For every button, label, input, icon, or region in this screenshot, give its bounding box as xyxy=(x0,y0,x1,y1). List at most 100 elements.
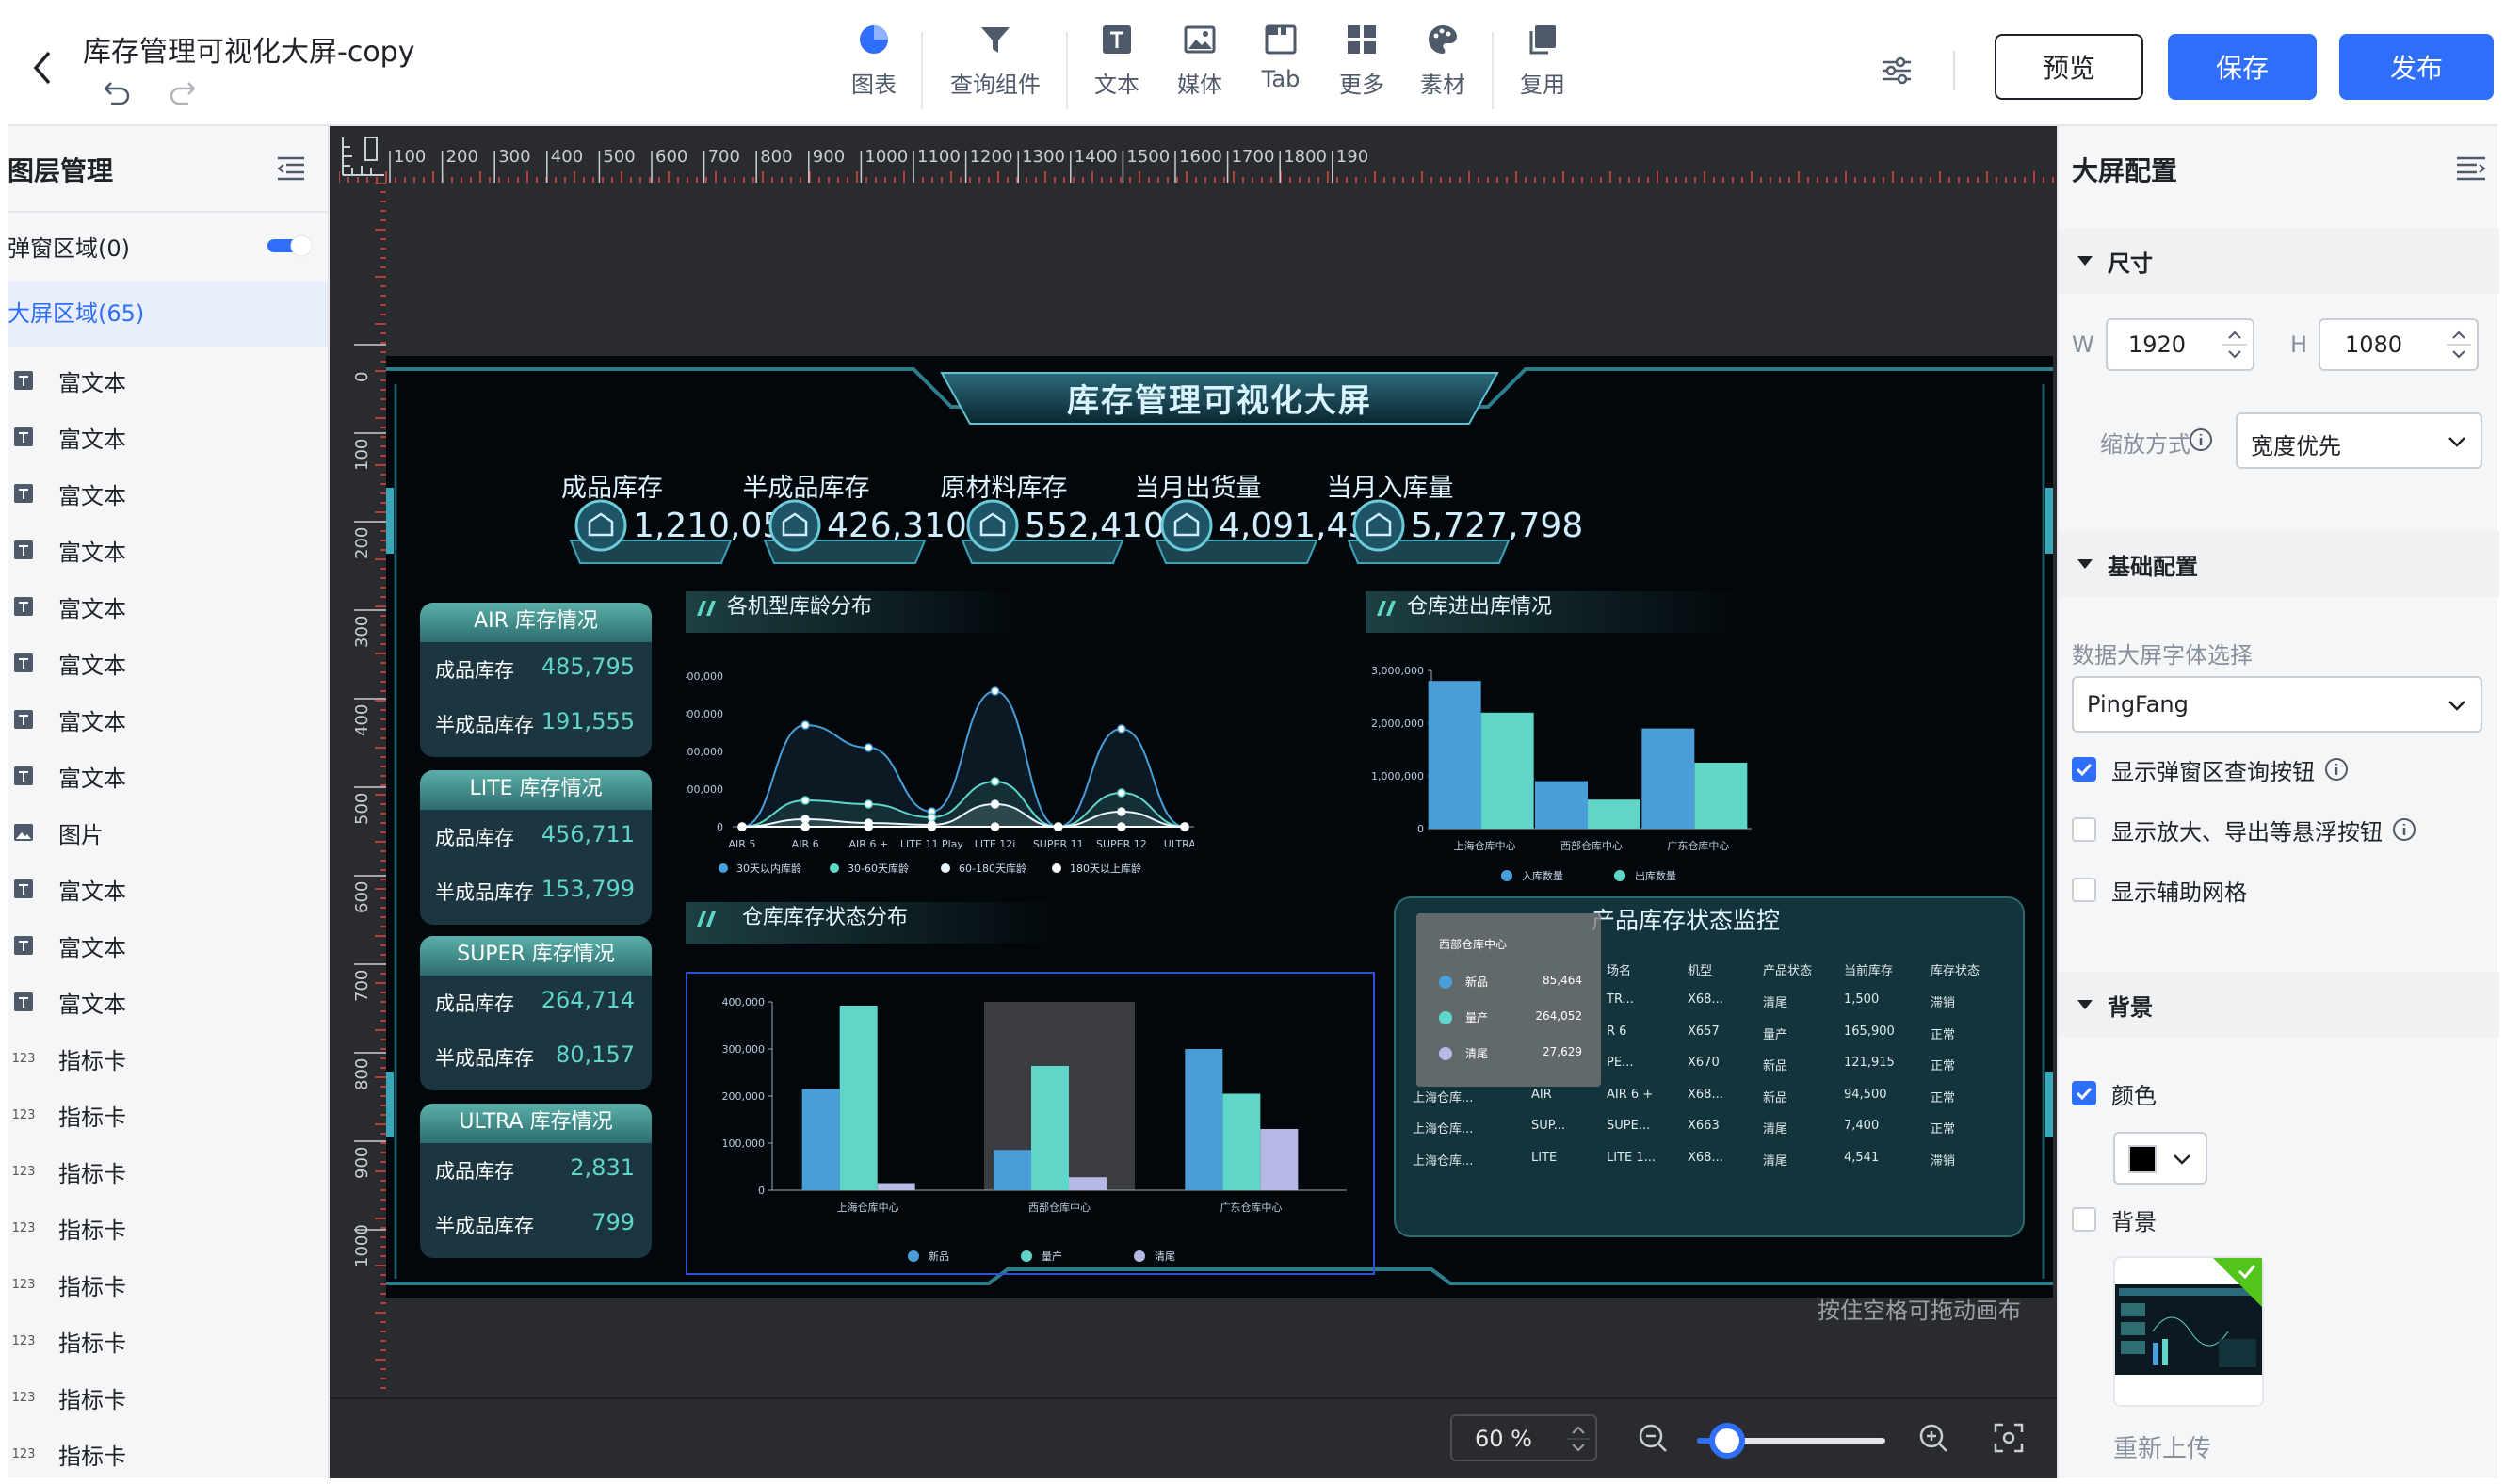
x-tick-label: SUPER 12 xyxy=(1096,838,1147,850)
table-cell: 滞销 xyxy=(1931,996,1956,1010)
layer-item[interactable]: 富文本 xyxy=(8,352,328,409)
chart-status-distribution[interactable]: 0 100,000 200,000 300,000 400,000 上海仓库中心 西部仓库中… xyxy=(687,974,1373,1273)
grid-checkbox[interactable] xyxy=(2072,878,2096,902)
color-picker[interactable] xyxy=(2113,1132,2207,1185)
chart-age-distribution[interactable]: 0 100,000 200,000 300,000 400,000 AIR 5 AIR 6 A… xyxy=(686,657,1194,883)
section-background[interactable]: 背景 xyxy=(2059,972,2499,1038)
layer-item[interactable]: 富文本 xyxy=(8,578,328,635)
back-icon[interactable] xyxy=(24,45,62,90)
popup-area-group[interactable]: 弹窗区域(0) xyxy=(8,230,130,263)
tool-material[interactable]: 素材 xyxy=(1407,23,1479,117)
legend-marker xyxy=(830,863,839,873)
legend-label: 新品 xyxy=(929,1250,949,1263)
undo-icon[interactable] xyxy=(100,77,132,109)
layer-item[interactable]: 123 指标卡 xyxy=(8,1087,328,1143)
background-checkbox[interactable] xyxy=(2072,1207,2096,1232)
scale-select[interactable]: 宽度优先 xyxy=(2236,412,2482,469)
table-cell: 正常 xyxy=(1931,1059,1956,1073)
layer-item[interactable]: 富文本 xyxy=(8,522,328,578)
sliders-icon[interactable] xyxy=(1880,55,1914,87)
stepper-icon[interactable] xyxy=(1567,1420,1590,1458)
fit-screen-icon[interactable] xyxy=(1993,1422,2025,1454)
stepper-icon[interactable] xyxy=(2222,324,2247,365)
tool-more[interactable]: 更多 xyxy=(1326,23,1398,117)
bar xyxy=(1480,712,1534,829)
stepper-icon[interactable] xyxy=(2447,324,2471,365)
layer-item[interactable]: 123 指标卡 xyxy=(8,1313,328,1369)
data-point xyxy=(1180,822,1189,831)
layer-item[interactable]: 123 指标卡 xyxy=(8,1369,328,1426)
layer-item[interactable]: 123 指标卡 xyxy=(8,1030,328,1087)
float-buttons-checkbox[interactable] xyxy=(2072,817,2096,842)
bar xyxy=(1260,1129,1299,1190)
text-layer-icon xyxy=(11,707,36,732)
layer-item[interactable]: 富文本 xyxy=(8,465,328,522)
table-header: 场名 xyxy=(1607,964,1632,978)
zoom-slider[interactable] xyxy=(1697,1422,1885,1460)
ruler-corner-icon[interactable] xyxy=(339,134,388,179)
layer-item[interactable]: 123 指标卡 xyxy=(8,1143,328,1200)
collapse-menu-icon[interactable] xyxy=(275,154,307,183)
reupload-button[interactable]: 重新上传 xyxy=(2113,1429,2211,1464)
info-icon[interactable] xyxy=(2324,757,2349,782)
layer-item[interactable]: 富文本 xyxy=(8,861,328,917)
preview-button[interactable]: 预览 xyxy=(1995,34,2143,100)
font-select[interactable]: PingFang xyxy=(2072,676,2482,733)
section-mark-icon xyxy=(1377,601,1396,616)
table-cell: AIR 6 + xyxy=(1607,1087,1654,1102)
width-input[interactable]: 1920 xyxy=(2106,318,2254,371)
background-thumbnail[interactable] xyxy=(2113,1256,2264,1407)
info-icon[interactable] xyxy=(2392,817,2416,842)
popup-query-checkbox[interactable] xyxy=(2072,757,2096,782)
chart-inout[interactable]: 0 1,000,000 2,000,000 3,000,000 上海仓库中心 西部仓库中心… xyxy=(1366,652,1761,887)
section-title-age: 各机型库龄分布 xyxy=(727,595,873,619)
model-card[interactable]: ULTRA 库存情况 成品库存 2,831 半成品库存 799 xyxy=(420,1104,652,1258)
publish-button[interactable]: 发布 xyxy=(2339,34,2494,100)
layer-item[interactable]: 富文本 xyxy=(8,748,328,804)
section-size[interactable]: 尺寸 xyxy=(2059,228,2499,294)
warehouse-icon xyxy=(1160,499,1213,552)
legend-marker xyxy=(1134,1250,1145,1262)
data-point xyxy=(927,822,937,831)
scale-label: 缩放方式 xyxy=(2100,431,2190,458)
model-card[interactable]: AIR 库存情况 成品库存 485,795 半成品库存 191,555 xyxy=(420,603,652,757)
tool-tab[interactable]: Tab xyxy=(1245,23,1317,117)
layer-item[interactable]: 富文本 xyxy=(8,917,328,974)
table-cell: AIR xyxy=(1531,1087,1552,1102)
model-card[interactable]: SUPER 库存情况 成品库存 264,714 半成品库存 80,157 xyxy=(420,936,652,1090)
layer-item[interactable]: 富文本 xyxy=(8,974,328,1030)
redo-icon[interactable] xyxy=(168,77,200,109)
save-button[interactable]: 保存 xyxy=(2168,34,2317,100)
table-header: 机型 xyxy=(1688,964,1713,978)
layer-item[interactable]: 123 指标卡 xyxy=(8,1426,328,1478)
height-label: H xyxy=(2290,331,2308,358)
zoom-in-icon[interactable] xyxy=(1917,1422,1949,1454)
tool-text[interactable]: 文本 xyxy=(1081,23,1153,117)
bar xyxy=(1428,681,1481,829)
layer-label: 富文本 xyxy=(58,991,126,1018)
layer-item[interactable]: 图片 xyxy=(8,804,328,861)
layer-item[interactable]: 123 指标卡 xyxy=(8,1256,328,1313)
color-checkbox[interactable] xyxy=(2072,1081,2096,1105)
height-input[interactable]: 1080 xyxy=(2319,318,2479,371)
layer-item[interactable]: 123 指标卡 xyxy=(8,1200,328,1256)
screen-area-group[interactable]: 大屏区域(65) xyxy=(8,281,328,347)
tool-chart[interactable]: 图表 xyxy=(836,23,912,117)
layer-item[interactable]: 富文本 xyxy=(8,691,328,748)
ruler-label: 900 xyxy=(813,147,845,167)
section-basic[interactable]: 基础配置 xyxy=(2059,531,2499,597)
layer-item[interactable]: 富文本 xyxy=(8,409,328,465)
layer-item[interactable]: 富文本 xyxy=(8,635,328,691)
legend-marker xyxy=(1501,870,1512,881)
tool-media[interactable]: 媒体 xyxy=(1164,23,1236,117)
tool-reuse[interactable]: 复用 xyxy=(1507,23,1578,117)
info-icon[interactable] xyxy=(2189,427,2213,452)
popup-area-toggle[interactable] xyxy=(267,234,315,258)
collapse-menu-icon[interactable] xyxy=(2454,154,2488,183)
tool-query[interactable]: 查询组件 xyxy=(945,23,1045,117)
card-value: 191,555 xyxy=(541,708,635,734)
legend-marker xyxy=(1439,976,1452,989)
model-card[interactable]: LITE 库存情况 成品库存 456,711 半成品库存 153,799 xyxy=(420,770,652,925)
legend-label: 出库数量 xyxy=(1635,869,1676,882)
zoom-out-icon[interactable] xyxy=(1637,1422,1669,1454)
